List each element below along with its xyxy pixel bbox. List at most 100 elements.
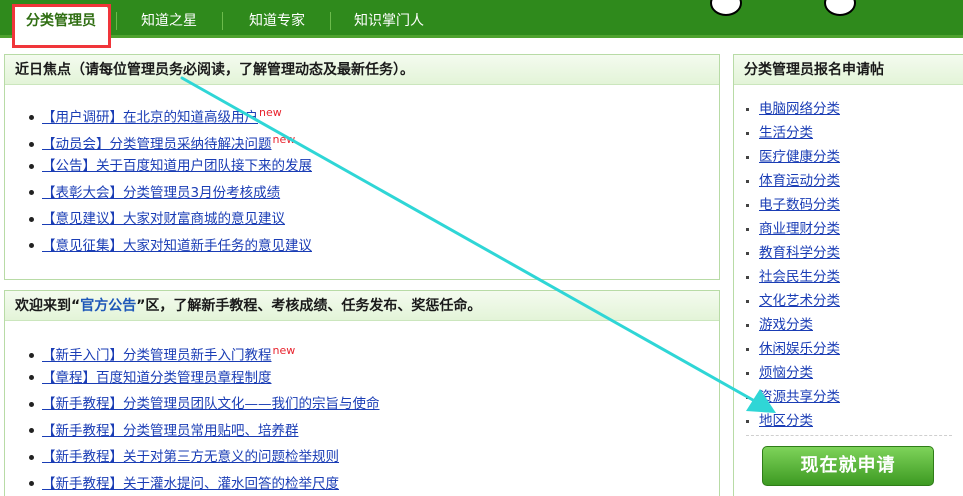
welcome-title-prefix: 欢迎来到“ <box>15 298 81 314</box>
category-item: 游戏分类 <box>746 313 963 337</box>
bullet-icon <box>746 323 749 327</box>
list-item: 【新手教程】分类管理员常用贴吧、培养群 <box>29 419 719 446</box>
news-link[interactable]: 【新手教程】关于对第三方无意义的问题检举规则 <box>42 449 339 465</box>
signup-panel-title: 分类管理员报名申请帖 <box>734 55 963 85</box>
bullet-icon <box>746 275 749 279</box>
category-item: 生活分类 <box>746 121 963 145</box>
new-badge: new <box>272 132 296 146</box>
list-item: 【表彰大会】分类管理员3月份考核成绩 <box>29 181 719 208</box>
category-item: 体育运动分类 <box>746 169 963 193</box>
news-link[interactable]: 【新手教程】关于灌水提问、灌水回答的检举尺度 <box>42 476 339 492</box>
bullet-icon <box>29 163 34 169</box>
news-link[interactable]: 【表彰大会】分类管理员3月份考核成绩 <box>42 185 280 201</box>
bullet-icon <box>746 155 749 159</box>
news-link[interactable]: 【新手入门】分类管理员新手入门教程 <box>42 348 272 364</box>
news-link[interactable]: 【用户调研】在北京的知道高级用户 <box>42 110 258 126</box>
bullet-icon <box>29 190 34 195</box>
tab-zhidao-expert[interactable]: 知道专家 <box>236 8 318 34</box>
tab-separator <box>330 12 331 30</box>
category-link[interactable]: 生活分类 <box>759 125 813 141</box>
bullet-icon <box>29 481 34 486</box>
news-link[interactable]: 【新手教程】分类管理员团队文化——我们的宗旨与使命 <box>42 396 380 412</box>
category-link[interactable]: 文化艺术分类 <box>759 293 840 309</box>
tab-zhidao-star[interactable]: 知道之星 <box>128 8 210 34</box>
bullet-icon <box>29 216 34 222</box>
category-link[interactable]: 烦恼分类 <box>759 365 813 381</box>
tab-category-admin[interactable]: 分类管理员 <box>14 6 108 38</box>
bullet-icon <box>29 141 34 147</box>
signup-panel: 分类管理员报名申请帖 电脑网络分类 生活分类 医疗健康分类 体育运动分类 电子数… <box>733 54 963 496</box>
bullet-icon <box>29 428 34 433</box>
category-link[interactable]: 电子数码分类 <box>759 197 840 213</box>
bullet-icon <box>746 299 749 303</box>
news-link[interactable]: 【动员会】分类管理员采纳待解决问题 <box>42 136 272 152</box>
category-list: 电脑网络分类 生活分类 医疗健康分类 体育运动分类 电子数码分类 商业理财分类 … <box>734 85 963 433</box>
welcome-title-suffix: ”区，了解新手教程、考核成绩、任务发布、奖惩任命。 <box>136 298 482 314</box>
focus-news-list: 【用户调研】在北京的知道高级用户new 【动员会】分类管理员采纳待解决问题new… <box>5 85 719 260</box>
bullet-icon <box>746 251 749 255</box>
focus-panel-title: 近日焦点（请每位管理员务必阅读，了解管理动态及最新任务）。 <box>5 55 719 85</box>
category-item: 休闲娱乐分类 <box>746 337 963 361</box>
bullet-icon <box>746 395 749 399</box>
welcome-panel: 欢迎来到“官方公告”区，了解新手教程、考核成绩、任务发布、奖惩任命。 【新手入门… <box>4 290 720 496</box>
welcome-panel-title: 欢迎来到“官方公告”区，了解新手教程、考核成绩、任务发布、奖惩任命。 <box>5 291 719 321</box>
bullet-icon <box>746 371 749 375</box>
list-item: 【意见建议】大家对财富商城的意见建议 <box>29 207 719 234</box>
bullet-icon <box>746 131 749 135</box>
bullet-icon <box>29 375 34 380</box>
news-link[interactable]: 【公告】关于百度知道用户团队接下来的发展 <box>42 158 312 174</box>
bullet-icon <box>29 243 34 248</box>
list-item: 【新手入门】分类管理员新手入门教程new <box>29 339 719 366</box>
bullet-icon <box>746 227 749 231</box>
bullet-icon <box>29 401 34 407</box>
category-link[interactable]: 休闲娱乐分类 <box>759 341 840 357</box>
list-item: 【新手教程】关于对第三方无意义的问题检举规则 <box>29 445 719 472</box>
news-link[interactable]: 【章程】百度知道分类管理员章程制度 <box>42 370 272 386</box>
category-link[interactable]: 社会民生分类 <box>759 269 840 285</box>
category-link[interactable]: 教育科学分类 <box>759 245 840 261</box>
category-link[interactable]: 电脑网络分类 <box>759 101 840 117</box>
bullet-icon <box>29 115 34 120</box>
category-item: 商业理财分类 <box>746 217 963 241</box>
top-nav-bar: 分类管理员 知道之星 知道专家 知识掌门人 <box>0 0 963 38</box>
list-item: 【章程】百度知道分类管理员章程制度 <box>29 366 719 393</box>
mascot-icon <box>820 0 860 18</box>
category-item: 电脑网络分类 <box>746 97 963 121</box>
tab-knowledge-master[interactable]: 知识掌门人 <box>342 8 436 34</box>
category-link[interactable]: 资源共享分类 <box>759 389 840 405</box>
news-link[interactable]: 【意见征集】大家对知道新手任务的意见建议 <box>42 238 312 254</box>
apply-now-button[interactable]: 现在就申请 <box>762 446 934 486</box>
category-item: 资源共享分类 <box>746 385 963 409</box>
category-link[interactable]: 医疗健康分类 <box>759 149 840 165</box>
bullet-icon <box>746 347 749 351</box>
category-item: 电子数码分类 <box>746 193 963 217</box>
new-badge: new <box>272 344 296 357</box>
mascot-icon <box>706 0 746 18</box>
bullet-icon <box>29 353 34 358</box>
list-item: 【新手教程】关于灌水提问、灌水回答的检举尺度 <box>29 472 719 496</box>
category-item: 社会民生分类 <box>746 265 963 289</box>
bullet-icon <box>746 203 749 207</box>
category-item: 地区分类 <box>746 409 963 433</box>
category-link[interactable]: 游戏分类 <box>759 317 813 333</box>
list-item: 【动员会】分类管理员采纳待解决问题new <box>29 128 719 155</box>
bullet-icon <box>746 179 749 183</box>
tab-separator <box>222 12 223 30</box>
list-item: 【公告】关于百度知道用户团队接下来的发展 <box>29 154 719 181</box>
category-item: 医疗健康分类 <box>746 145 963 169</box>
news-link[interactable]: 【意见建议】大家对财富商城的意见建议 <box>42 211 285 227</box>
list-item: 【用户调研】在北京的知道高级用户new <box>29 101 719 128</box>
category-link-region[interactable]: 地区分类 <box>759 413 813 429</box>
welcome-news-list: 【新手入门】分类管理员新手入门教程new 【章程】百度知道分类管理员章程制度 【… <box>5 321 719 496</box>
category-item: 烦恼分类 <box>746 361 963 385</box>
bullet-icon <box>746 419 749 423</box>
official-notice-keyword[interactable]: 官方公告 <box>80 298 136 314</box>
list-item: 【意见征集】大家对知道新手任务的意见建议 <box>29 234 719 261</box>
category-link[interactable]: 体育运动分类 <box>759 173 840 189</box>
category-item: 文化艺术分类 <box>746 289 963 313</box>
news-link[interactable]: 【新手教程】分类管理员常用贴吧、培养群 <box>42 423 299 439</box>
category-item: 教育科学分类 <box>746 241 963 265</box>
category-link[interactable]: 商业理财分类 <box>759 221 840 237</box>
tab-separator <box>116 12 117 30</box>
focus-panel: 近日焦点（请每位管理员务必阅读，了解管理动态及最新任务）。 【用户调研】在北京的… <box>4 54 720 280</box>
